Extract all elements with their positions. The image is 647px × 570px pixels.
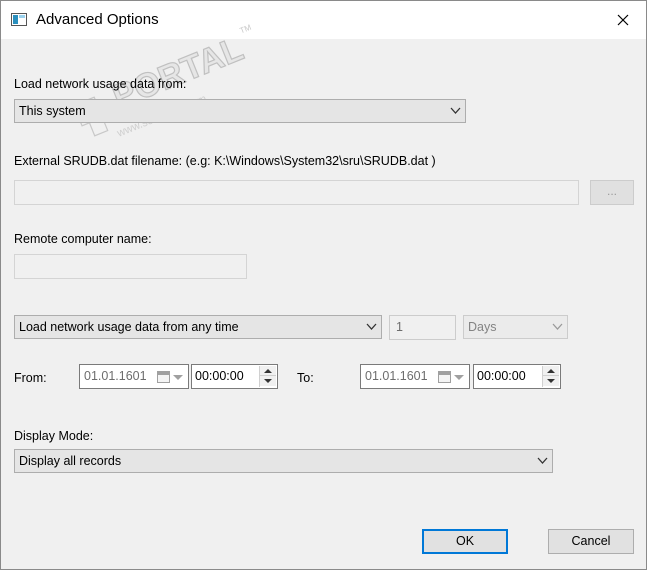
dropdown-arrow-icon[interactable] (173, 375, 183, 380)
time-count-input[interactable]: 1 (389, 315, 456, 340)
calendar-icon[interactable] (157, 371, 170, 383)
from-date-picker[interactable]: 01.01.1601 (79, 364, 189, 389)
spin-up-icon[interactable] (543, 366, 559, 376)
time-unit-select[interactable]: Days (463, 315, 568, 339)
from-label: From: (14, 371, 47, 385)
remote-computer-label: Remote computer name: (14, 232, 152, 246)
chevron-down-icon (366, 323, 377, 330)
title-bar: Advanced Options (1, 1, 646, 39)
spin-down-icon[interactable] (543, 376, 559, 386)
source-select-value: This system (19, 104, 86, 118)
to-time-spinner[interactable] (542, 366, 559, 387)
remote-computer-input[interactable] (14, 254, 247, 279)
from-time-input[interactable]: 00:00:00 (191, 364, 278, 389)
chevron-down-icon (450, 107, 461, 114)
close-button[interactable] (600, 1, 646, 39)
source-label: Load network usage data from: (14, 77, 187, 91)
display-mode-select-value: Display all records (19, 454, 122, 468)
calendar-icon[interactable] (438, 371, 451, 383)
time-filter-select[interactable]: Load network usage data from any time (14, 315, 382, 339)
browse-button[interactable]: ... (590, 180, 634, 205)
from-date-value: 01.01.1601 (84, 369, 147, 383)
chevron-down-icon (552, 323, 563, 330)
display-mode-select[interactable]: Display all records (14, 449, 553, 473)
external-file-label: External SRUDB.dat filename: (e.g: K:\Wi… (14, 154, 436, 168)
ok-button[interactable]: OK (422, 529, 508, 554)
source-select[interactable]: This system (14, 99, 466, 123)
cancel-button[interactable]: Cancel (548, 529, 634, 554)
to-date-picker[interactable]: 01.01.1601 (360, 364, 470, 389)
to-time-value: 00:00:00 (477, 369, 526, 383)
spin-up-icon[interactable] (260, 366, 276, 376)
from-time-value: 00:00:00 (195, 369, 244, 383)
to-label: To: (297, 371, 314, 385)
dropdown-arrow-icon[interactable] (454, 375, 464, 380)
from-time-spinner[interactable] (259, 366, 276, 387)
time-filter-select-value: Load network usage data from any time (19, 320, 239, 334)
spin-down-icon[interactable] (260, 376, 276, 386)
time-unit-select-value: Days (468, 320, 497, 334)
window-title: Advanced Options (36, 11, 159, 28)
display-mode-label: Display Mode: (14, 429, 94, 443)
external-file-input[interactable] (14, 180, 579, 205)
to-time-input[interactable]: 00:00:00 (473, 364, 561, 389)
chevron-down-icon (537, 457, 548, 464)
close-icon (617, 14, 629, 26)
app-window-icon (11, 13, 27, 26)
advanced-options-dialog: Advanced Options PORTAL TM www.softporta… (0, 0, 647, 570)
to-date-value: 01.01.1601 (365, 369, 428, 383)
